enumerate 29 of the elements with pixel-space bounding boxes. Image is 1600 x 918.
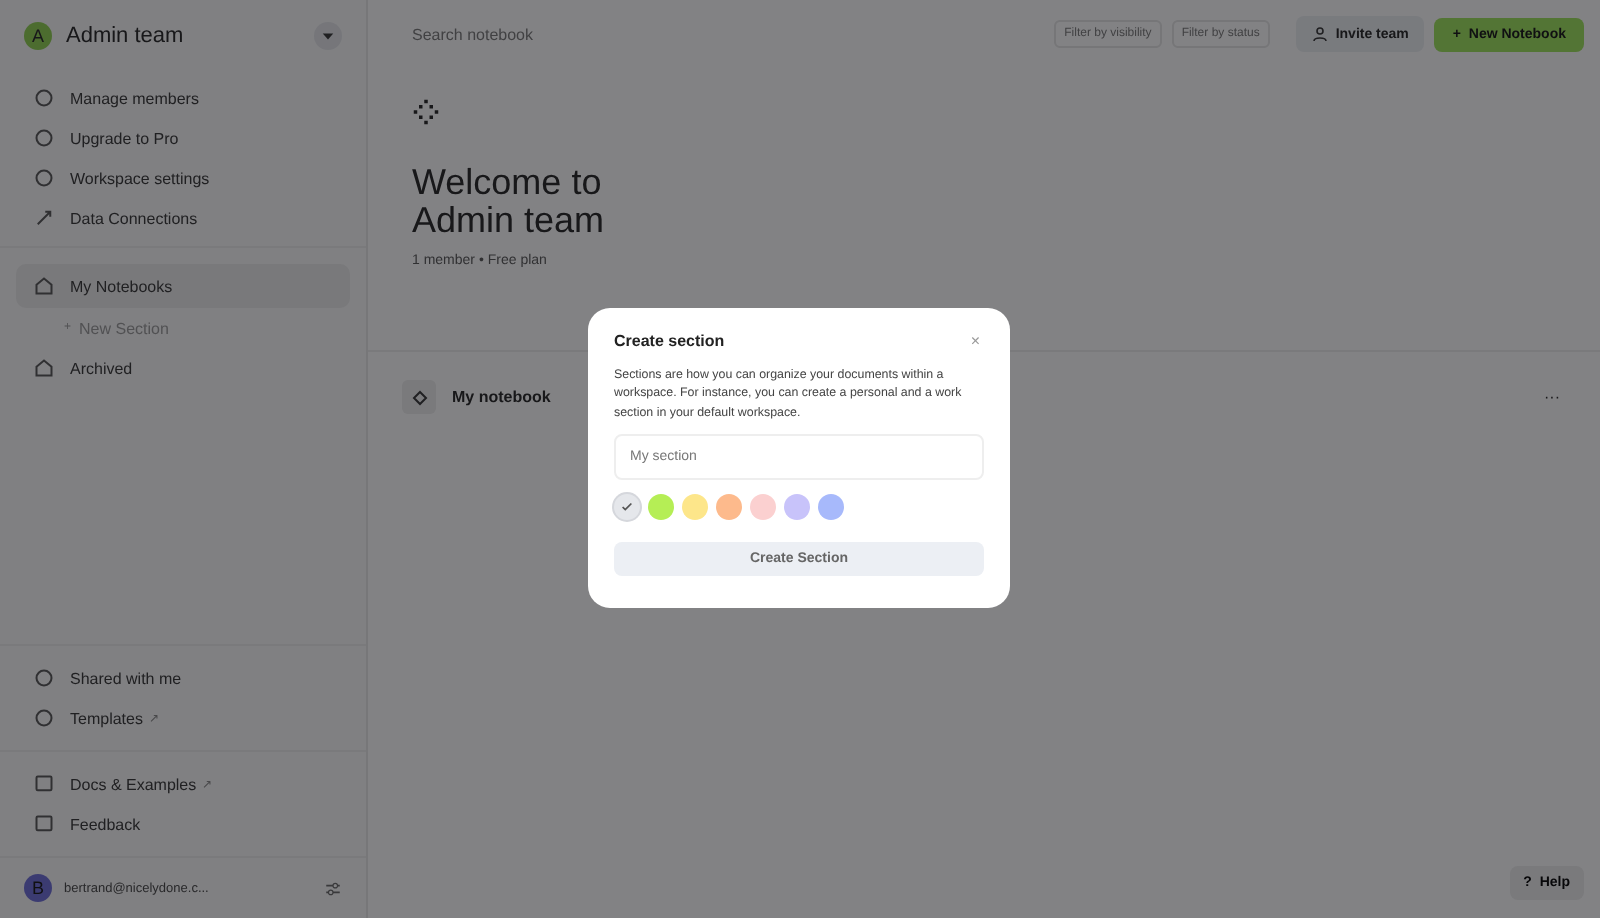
search-field[interactable]: Search notebook: [412, 25, 1045, 43]
dialog-title: Create section: [614, 332, 725, 350]
sidebar-item[interactable]: Archived: [16, 348, 350, 388]
color-swatch[interactable]: [614, 493, 640, 520]
more-options-button[interactable]: ···: [1544, 388, 1560, 406]
close-button[interactable]: ×: [966, 332, 984, 350]
workspace-avatar: A: [24, 22, 52, 50]
home-icon: [34, 276, 54, 296]
sidebar-item[interactable]: Manage members: [16, 78, 350, 118]
logo-icon: [412, 98, 440, 126]
sidebar-item[interactable]: Shared with me: [16, 658, 350, 698]
color-swatch[interactable]: [682, 493, 708, 520]
sidebar-item[interactable]: Data Connections: [16, 198, 350, 238]
welcome-heading: Welcome to Admin team: [412, 164, 607, 240]
notebook-name[interactable]: My notebook: [452, 388, 551, 406]
color-swatch[interactable]: [716, 493, 742, 520]
sidebar-item[interactable]: My Notebooks: [16, 264, 350, 308]
dropdown-caret-icon[interactable]: [314, 22, 342, 50]
user-avatar: B: [24, 874, 52, 902]
notebook-icon: [402, 380, 436, 414]
color-swatch[interactable]: [818, 493, 844, 520]
sidebar-item[interactable]: Upgrade to Pro: [16, 118, 350, 158]
color-swatch[interactable]: [750, 493, 776, 520]
sidebar-item[interactable]: Workspace settings: [16, 158, 350, 198]
color-swatch[interactable]: [648, 493, 674, 520]
color-swatch[interactable]: [784, 493, 810, 520]
workspace-name: Admin team: [66, 24, 186, 48]
sidebar-item[interactable]: Feedback: [16, 804, 350, 844]
sliders-icon[interactable]: [324, 879, 342, 897]
